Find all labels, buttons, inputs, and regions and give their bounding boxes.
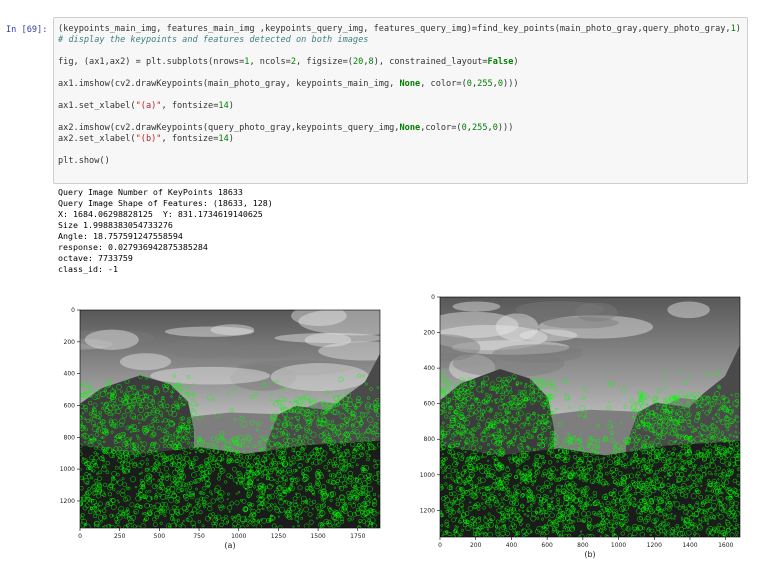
cloud xyxy=(298,310,380,336)
code-line: plt.show() xyxy=(58,156,110,166)
code-comment: # display the keypoints and features det… xyxy=(58,35,369,45)
code-editor[interactable]: (keypoints_main_img, features_main_img ,… xyxy=(58,24,741,167)
keypoints-plot-b: 0 200 400 600 800 1000 1200 1400 1600 0 200 400 600 8… xyxy=(420,294,741,559)
x-tick-label: 200 xyxy=(470,542,482,549)
cloud xyxy=(495,313,539,342)
x-tick-label: 1000 xyxy=(231,533,246,540)
x-tick-label: 1200 xyxy=(647,542,662,549)
output-line: response: 0.027936942875385284 xyxy=(58,242,208,252)
y-tick-label: 800 xyxy=(64,434,76,441)
output-line: octave: 7733759 xyxy=(58,253,133,263)
x-tick-label: 1750 xyxy=(350,533,365,540)
code-line: (keypoints_main_img, features_main_img ,… xyxy=(58,24,741,34)
code-line: ax1.set_xlabel("(a)", fontsize=14) xyxy=(58,101,234,111)
y-tick-label: 400 xyxy=(424,365,436,372)
output-line: class_id: -1 xyxy=(58,264,118,274)
x-tick-label: 1000 xyxy=(611,542,626,549)
x-tick-label: 1500 xyxy=(310,533,325,540)
code-line: ax2.set_xlabel("(b)", fontsize=14) xyxy=(58,134,234,144)
y-tick-label: 0 xyxy=(431,294,435,301)
cloud xyxy=(542,317,619,329)
keypoints-plot-a: 0 250 500 750 1000 1250 1500 1750 0 200 400 600 800 1… xyxy=(60,307,381,550)
cloud xyxy=(210,324,255,336)
output-line: Query Image Shape of Features: (18633, 1… xyxy=(58,198,273,208)
output-line: Query Image Number of KeyPoints 18633 xyxy=(58,187,243,197)
y-tick-label: 600 xyxy=(424,401,436,408)
code-line: ax2.imshow(cv2.drawKeypoints(query_photo… xyxy=(58,123,514,133)
y-tick-label: 400 xyxy=(64,371,76,378)
cloud xyxy=(119,353,172,371)
y-tick-label: 0 xyxy=(71,307,75,314)
x-tick-label: 0 xyxy=(78,533,82,540)
x-axis-label: (a) xyxy=(224,541,235,550)
x-tick-label: 600 xyxy=(541,542,553,549)
cloud xyxy=(270,362,370,391)
landscape-image xyxy=(80,310,380,528)
code-cell[interactable]: (keypoints_main_img, features_main_img ,… xyxy=(53,17,748,184)
output-line: Size 1.9988383054733276 xyxy=(58,220,173,230)
x-tick-label: 500 xyxy=(154,533,166,540)
cloud xyxy=(667,301,710,319)
x-tick-label: 0 xyxy=(438,542,442,549)
x-tick-label: 250 xyxy=(114,533,126,540)
output-line: Angle: 18.757591247558594 xyxy=(58,231,183,241)
y-tick-label: 600 xyxy=(64,402,76,409)
x-tick-label: 400 xyxy=(506,542,518,549)
y-tick-label: 1000 xyxy=(60,466,75,473)
cloud xyxy=(440,334,481,362)
y-tick-label: 1200 xyxy=(420,507,435,514)
x-tick-label: 800 xyxy=(577,542,589,549)
x-tick-label: 1400 xyxy=(682,542,697,549)
cloud xyxy=(318,341,380,361)
cloud xyxy=(492,344,583,364)
cloud xyxy=(218,344,297,359)
cell-prompt: In [69]: xyxy=(6,25,48,35)
cell-output: Query Image Number of KeyPoints 18633 Qu… xyxy=(58,187,273,275)
x-tick-label: 1250 xyxy=(271,533,286,540)
y-tick-label: 200 xyxy=(424,330,436,337)
y-tick-label: 200 xyxy=(64,339,76,346)
y-tick-label: 1200 xyxy=(60,498,75,505)
landscape-image xyxy=(440,297,740,537)
x-tick-label: 750 xyxy=(193,533,205,540)
x-tick-label: 1600 xyxy=(718,542,733,549)
cloud xyxy=(84,329,139,350)
y-tick-label: 1000 xyxy=(420,472,435,479)
x-axis-label: (b) xyxy=(584,550,595,559)
code-line: ax1.imshow(cv2.drawKeypoints(main_photo_… xyxy=(58,79,519,89)
output-line: X: 1684.06298828125 Y: 831.1734619140625 xyxy=(58,209,263,219)
cloud xyxy=(452,301,501,312)
y-tick-label: 800 xyxy=(424,436,436,443)
code-line: fig, (ax1,ax2) = plt.subplots(nrows=1, n… xyxy=(58,57,519,67)
